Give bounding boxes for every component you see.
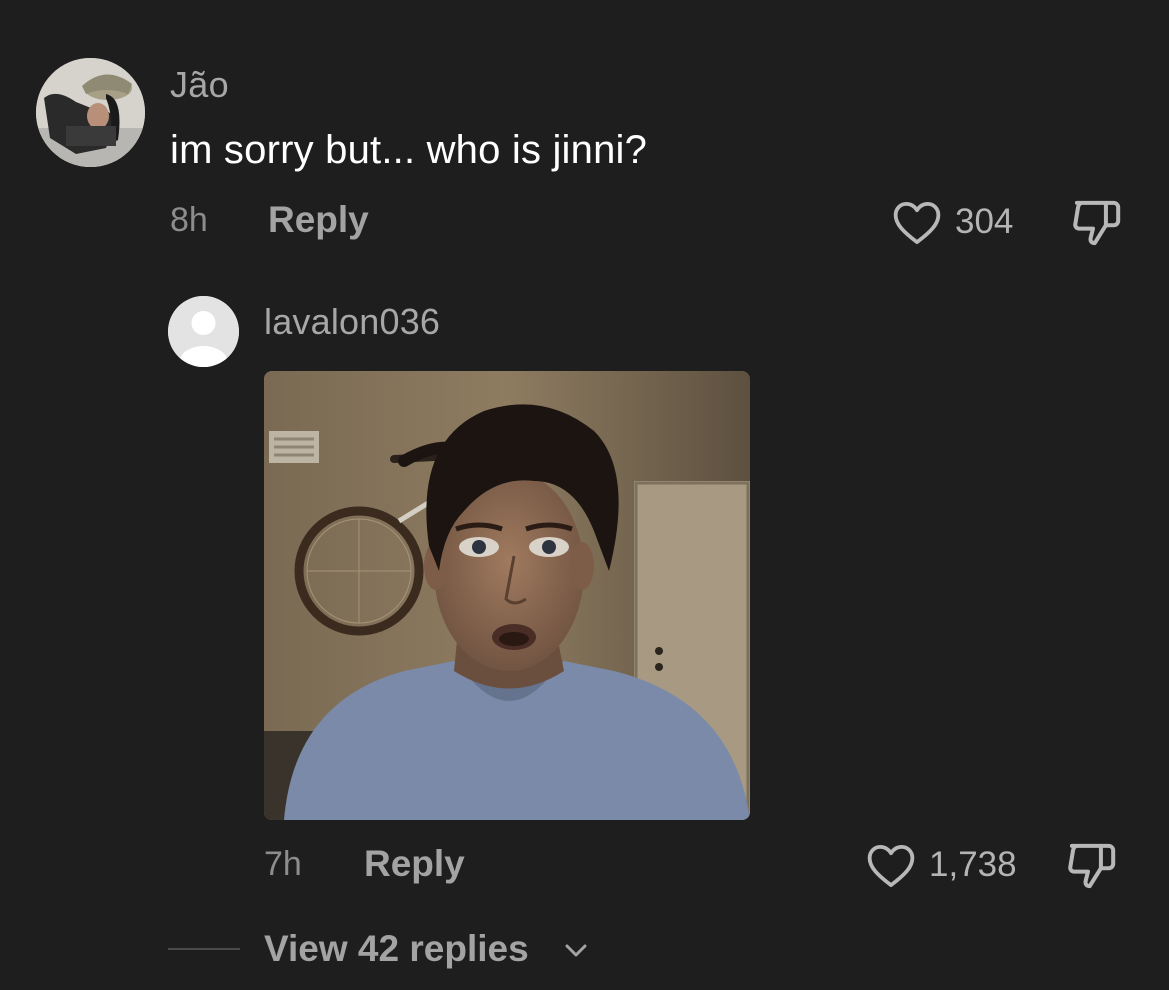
reply-button[interactable]: Reply — [364, 843, 465, 885]
reply-author-name[interactable]: lavalon036 — [264, 301, 440, 343]
reply-timestamp: 7h — [264, 845, 302, 883]
comment-text: im sorry but... who is jinni? — [170, 128, 648, 172]
heart-outline-icon[interactable] — [890, 196, 944, 250]
thumbs-down-outline-icon[interactable] — [1063, 839, 1121, 893]
like-count: 304 — [955, 202, 1014, 241]
chevron-down-icon[interactable] — [562, 938, 590, 962]
commenter-avatar[interactable] — [36, 58, 145, 167]
comments-thread: Jão im sorry but... who is jinni? 8h Rep… — [0, 0, 1169, 990]
view-replies-button[interactable]: View 42 replies — [264, 928, 529, 970]
thumbs-down-outline-icon[interactable] — [1068, 196, 1126, 250]
default-avatar-icon[interactable] — [168, 296, 239, 367]
like-count: 1,738 — [929, 845, 1017, 884]
heart-outline-icon[interactable] — [864, 839, 918, 893]
thread-divider-line — [168, 948, 240, 950]
commenter-name[interactable]: Jão — [170, 64, 229, 106]
reply-button[interactable]: Reply — [268, 199, 369, 241]
comment-timestamp: 8h — [170, 201, 208, 239]
reply-image[interactable] — [264, 371, 750, 820]
